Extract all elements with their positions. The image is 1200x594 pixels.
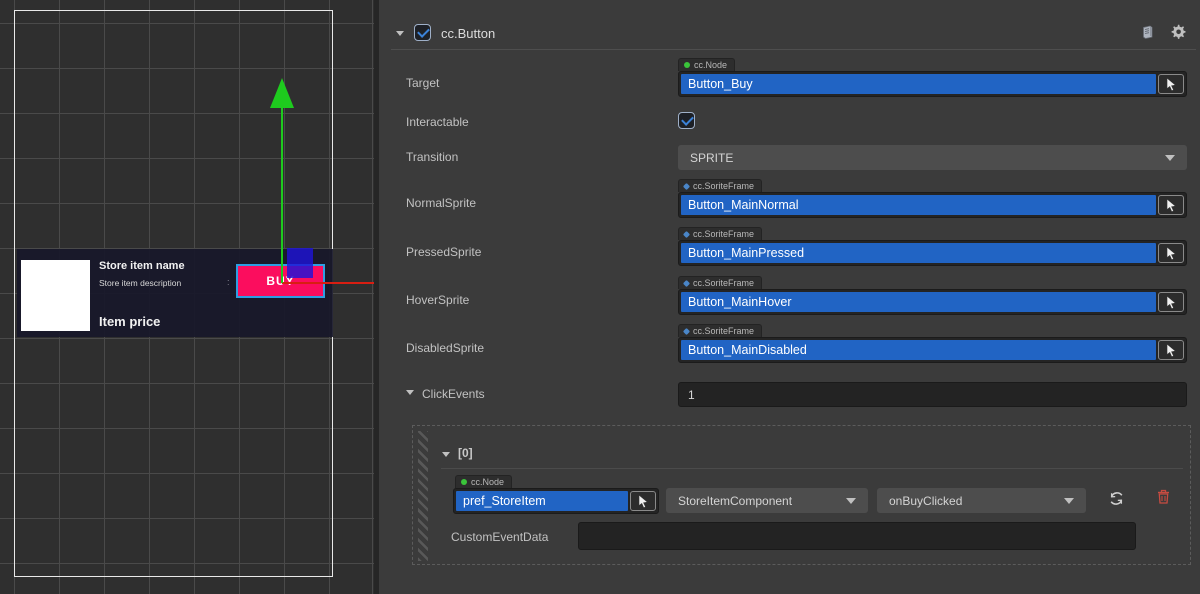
target-type-badge: cc.Node (678, 58, 735, 71)
event-handler-dropdown[interactable]: onBuyClicked (877, 488, 1086, 513)
pressed-sprite-label: PressedSprite (406, 245, 481, 259)
gizmo-y-axis[interactable] (281, 106, 283, 283)
normal-sprite-badge: cc.SoriteFrame (678, 179, 762, 192)
cursor-icon (637, 494, 649, 508)
event-divider (441, 468, 1183, 469)
disabled-sprite-label: DisabledSprite (406, 341, 484, 355)
chevron-down-icon (846, 498, 856, 504)
event-collapse-arrow-icon[interactable] (442, 452, 450, 457)
clickevents-count-field[interactable]: 1 (678, 382, 1187, 407)
transition-dropdown[interactable]: SPRITE (678, 145, 1187, 170)
gizmo-y-arrow-icon[interactable] (270, 78, 294, 108)
store-item-detail-mark: : (227, 277, 230, 287)
cursor-icon (1165, 77, 1177, 91)
custom-event-data-input[interactable] (578, 522, 1136, 550)
normal-sprite-label: NormalSprite (406, 196, 476, 210)
event-index-label: [0] (458, 446, 473, 460)
custom-event-data-label: CustomEventData (451, 530, 548, 544)
scene-view[interactable]: Store item name Store item description :… (0, 0, 374, 594)
cursor-icon (1165, 343, 1177, 357)
node-type-dot-icon (461, 479, 467, 485)
spriteframe-dot-icon (683, 230, 690, 237)
hover-sprite-field[interactable]: Button_MainHover (678, 289, 1187, 315)
chevron-down-icon (1165, 155, 1175, 161)
clickevents-label: ClickEvents (422, 387, 485, 401)
cursor-icon (1165, 198, 1177, 212)
sprite-picker-button[interactable] (1158, 292, 1184, 312)
collapse-arrow-icon[interactable] (396, 31, 404, 36)
store-item-name: Store item name (99, 260, 185, 272)
sprite-picker-button[interactable] (1158, 243, 1184, 263)
interactable-checkbox[interactable] (678, 112, 695, 129)
spriteframe-dot-icon (683, 182, 690, 189)
node-type-dot-icon (684, 62, 690, 68)
inspector-panel: cc.Button Target cc.Node Button_Buy Inte… (379, 0, 1200, 594)
trash-icon[interactable] (1157, 489, 1170, 509)
drag-handle-hatch[interactable] (418, 431, 428, 561)
cursor-icon (1165, 295, 1177, 309)
cursor-icon (1165, 246, 1177, 260)
store-item-price: Item price (99, 314, 160, 329)
pressed-sprite-field[interactable]: Button_MainPressed (678, 240, 1187, 266)
header-divider (391, 49, 1196, 50)
chevron-down-icon (1064, 498, 1074, 504)
node-picker-button[interactable] (630, 491, 656, 511)
sprite-picker-button[interactable] (1158, 340, 1184, 360)
target-field[interactable]: Button_Buy (678, 71, 1187, 97)
hover-sprite-label: HoverSprite (406, 293, 469, 307)
help-doc-icon[interactable] (1139, 24, 1156, 46)
store-item-description: Store item description (99, 278, 181, 288)
node-picker-button[interactable] (1158, 74, 1184, 94)
refresh-icon[interactable] (1108, 490, 1125, 512)
transition-label: Transition (406, 150, 458, 164)
grid-line (372, 0, 373, 594)
interactable-label: Interactable (406, 115, 469, 129)
disabled-sprite-badge: cc.SoriteFrame (678, 324, 762, 337)
gizmo-rect-handle[interactable] (287, 248, 313, 278)
spriteframe-dot-icon (683, 279, 690, 286)
clickevents-collapse-arrow-icon[interactable] (406, 390, 414, 395)
event-component-dropdown[interactable]: StoreItemComponent (666, 488, 868, 513)
event-node-badge: cc.Node (455, 475, 512, 488)
pressed-sprite-badge: cc.SoriteFrame (678, 227, 762, 240)
event-node-field[interactable]: pref_StoreItem (453, 488, 659, 514)
target-label: Target (406, 76, 439, 90)
disabled-sprite-field[interactable]: Button_MainDisabled (678, 337, 1187, 363)
component-title: cc.Button (441, 26, 495, 41)
target-value[interactable]: Button_Buy (681, 74, 1156, 94)
gear-icon[interactable] (1170, 24, 1186, 45)
normal-sprite-field[interactable]: Button_MainNormal (678, 192, 1187, 218)
component-enabled-checkbox[interactable] (414, 24, 431, 41)
sprite-picker-button[interactable] (1158, 195, 1184, 215)
click-event-group: [0] cc.Node pref_StoreItem StoreItemComp… (412, 425, 1191, 565)
component-header: cc.Button (379, 18, 1200, 48)
spriteframe-dot-icon (683, 327, 690, 334)
store-item-image (21, 260, 90, 331)
hover-sprite-badge: cc.SoriteFrame (678, 276, 762, 289)
gizmo-x-axis[interactable] (282, 282, 374, 284)
